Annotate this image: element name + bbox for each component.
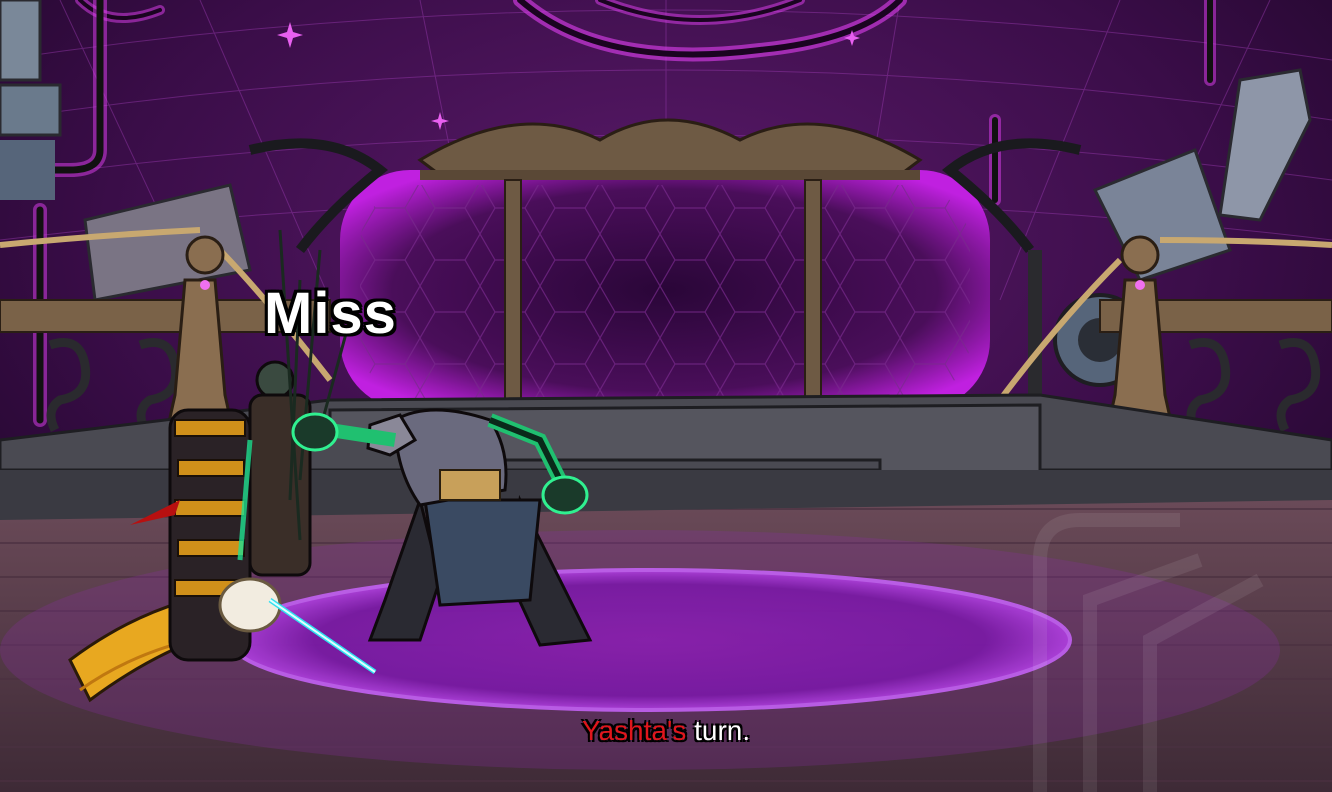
turn-message: Yashta's turn.	[0, 715, 1332, 747]
turn-character-name: Yashta's	[581, 715, 687, 746]
portal-hex-grid	[360, 185, 970, 400]
miss-indicator: Miss	[264, 281, 397, 346]
battle-scene	[0, 0, 1332, 792]
turn-suffix: turn.	[686, 715, 751, 746]
magic-circle	[228, 568, 1072, 712]
battle-stage: Miss Yashta's turn.	[0, 0, 1332, 792]
